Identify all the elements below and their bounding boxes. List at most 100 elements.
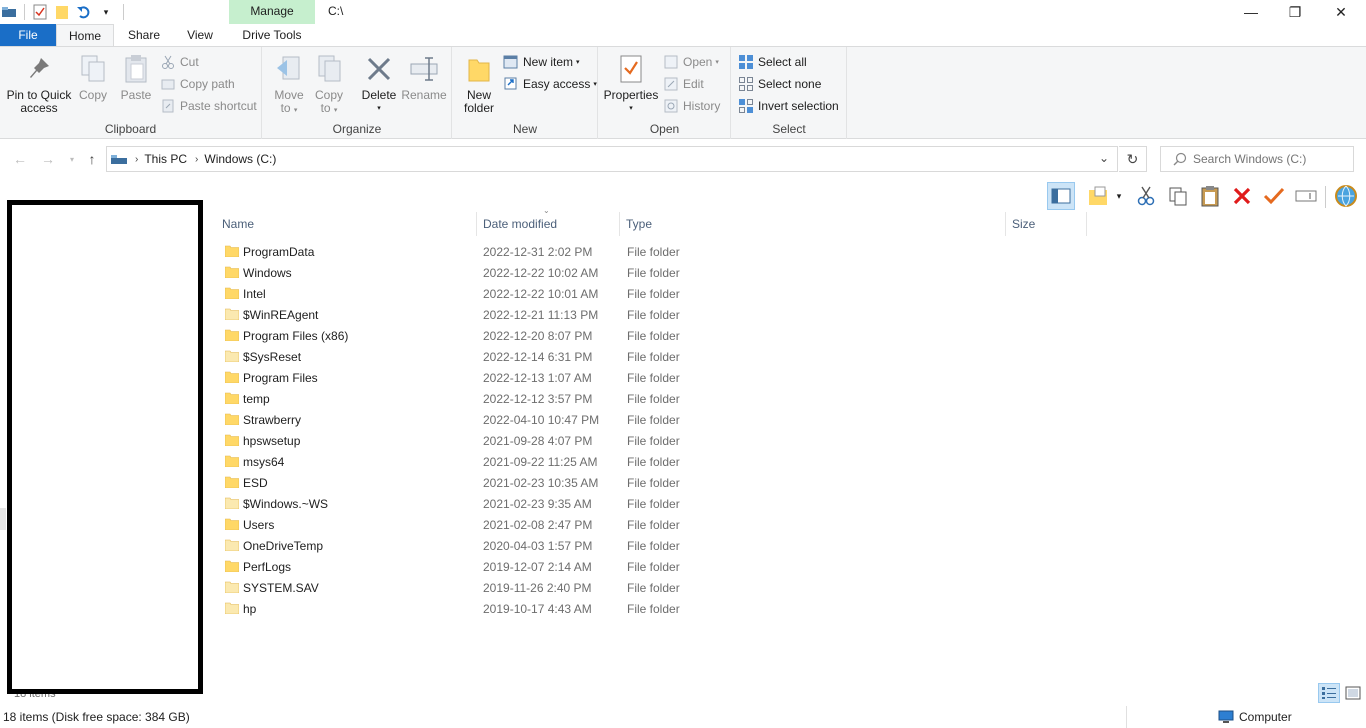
file-row[interactable]: Program Files 2022-12-13 1:07 AM File fold… — [220, 368, 1000, 389]
history-button[interactable]: History — [663, 96, 720, 116]
breadcrumb-this-pc[interactable]: This PC — [144, 152, 187, 166]
file-row[interactable]: ESD 2021-02-23 10:35 AM File folder — [220, 473, 1000, 494]
file-name[interactable]: Windows — [243, 266, 292, 280]
address-dropdown-icon[interactable]: ⌄ — [1099, 151, 1109, 165]
file-name[interactable]: ProgramData — [243, 245, 314, 259]
back-button[interactable]: ← — [10, 150, 30, 168]
up-button[interactable]: ↑ — [82, 150, 102, 168]
properties-button[interactable]: Properties ▾ — [603, 53, 659, 115]
properties-toolbar-button[interactable] — [1260, 182, 1288, 210]
column-header-name[interactable]: Name — [217, 212, 477, 236]
paste-toolbar-button[interactable] — [1196, 182, 1224, 210]
properties-qat-icon[interactable] — [31, 3, 49, 21]
customize-qat-icon[interactable]: ▾ — [97, 3, 115, 21]
file-row[interactable]: temp 2022-12-12 3:57 PM File folder — [220, 389, 1000, 410]
file-row[interactable]: PerfLogs 2019-12-07 2:14 AM File folder — [220, 557, 1000, 578]
close-button[interactable]: ✕ — [1318, 0, 1364, 24]
tab-home[interactable]: Home — [56, 24, 114, 47]
new-folder-qat-icon[interactable] — [53, 3, 71, 21]
select-none-button[interactable]: Select none — [738, 74, 821, 94]
file-name[interactable]: hpswsetup — [243, 434, 300, 448]
file-name[interactable]: Users — [243, 518, 274, 532]
undo-qat-icon[interactable] — [75, 3, 93, 21]
large-icons-view-button[interactable] — [1342, 683, 1364, 703]
navigation-pane-toggle[interactable] — [1047, 182, 1075, 210]
rename-toolbar-button[interactable] — [1292, 182, 1320, 210]
new-item-button[interactable]: New item ▾ — [503, 52, 580, 72]
pin-quick-access-button[interactable]: Pin to Quick access — [6, 53, 72, 115]
copy-toolbar-button[interactable] — [1164, 182, 1192, 210]
invert-selection-button[interactable]: Invert selection — [738, 96, 839, 116]
easy-access-button[interactable]: Easy access ▾ — [503, 74, 597, 94]
edit-button[interactable]: Edit — [663, 74, 704, 94]
maximize-button[interactable]: ❐ — [1272, 0, 1318, 24]
delete-x-icon — [363, 53, 395, 85]
details-view-button[interactable] — [1318, 683, 1340, 703]
cut-toolbar-button[interactable] — [1132, 182, 1160, 210]
file-name[interactable]: PerfLogs — [243, 560, 291, 574]
cut-button[interactable]: Cut — [160, 52, 199, 72]
new-folder-toolbar-button[interactable] — [1084, 182, 1112, 210]
file-row[interactable]: Program Files (x86) 2022-12-20 8:07 PM Fil… — [220, 326, 1000, 347]
address-bar[interactable]: › This PC › Windows (C:) ⌄ — [106, 146, 1118, 172]
file-row[interactable]: $SysReset 2022-12-14 6:31 PM File folder — [220, 347, 1000, 368]
copy-button[interactable]: Copy — [76, 53, 110, 102]
file-name[interactable]: hp — [243, 602, 256, 616]
tab-share[interactable]: Share — [116, 24, 172, 46]
toolbar-dropdown[interactable]: ▾ — [1112, 182, 1126, 210]
search-box[interactable] — [1160, 146, 1354, 172]
file-name[interactable]: SYSTEM.SAV — [243, 581, 319, 595]
copy-to-button[interactable]: Copy to ▾ — [311, 53, 347, 117]
file-name[interactable]: Intel — [243, 287, 266, 301]
file-name[interactable]: Program Files (x86) — [243, 329, 348, 343]
file-name[interactable]: $SysReset — [243, 350, 301, 364]
file-row[interactable]: msys64 2021-09-22 11:25 AM File folder — [220, 452, 1000, 473]
file-row[interactable]: Intel 2022-12-22 10:01 AM File folder — [220, 284, 1000, 305]
tab-view[interactable]: View — [172, 24, 228, 46]
move-to-button[interactable]: Move to ▾ — [271, 53, 307, 117]
file-row[interactable]: $Windows.~WS 2021-02-23 9:35 AM File folde… — [220, 494, 1000, 515]
column-header-type[interactable]: Type — [621, 212, 1006, 236]
file-row[interactable]: Users 2021-02-08 2:47 PM File folder — [220, 515, 1000, 536]
select-all-icon — [738, 54, 754, 70]
file-row[interactable]: SYSTEM.SAV 2019-11-26 2:40 PM File folder — [220, 578, 1000, 599]
column-header-size[interactable]: Size — [1007, 212, 1087, 236]
file-row[interactable]: Windows 2022-12-22 10:02 AM File folder — [220, 263, 1000, 284]
paste-shortcut-button[interactable]: Paste shortcut — [160, 96, 257, 116]
breadcrumb-drive[interactable]: Windows (C:) — [204, 152, 276, 166]
rename-button[interactable]: Rename — [401, 53, 447, 102]
file-row[interactable]: Strawberry 2022-04-10 10:47 PM File folder — [220, 410, 1000, 431]
file-row[interactable]: OneDriveTemp 2020-04-03 1:57 PM File folde… — [220, 536, 1000, 557]
file-name[interactable]: temp — [243, 392, 270, 406]
file-row[interactable]: hpswsetup 2021-09-28 4:07 PM File folder — [220, 431, 1000, 452]
search-input[interactable] — [1193, 152, 1353, 166]
file-name[interactable]: $WinREAgent — [243, 308, 318, 322]
select-all-button[interactable]: Select all — [738, 52, 807, 72]
paste-button[interactable]: Paste — [118, 53, 154, 102]
file-row[interactable]: $WinREAgent 2022-12-21 11:13 PM File folde… — [220, 305, 1000, 326]
file-name[interactable]: Program Files — [243, 371, 318, 385]
refresh-button[interactable]: ↻ — [1119, 146, 1147, 172]
web-toolbar-button[interactable] — [1332, 182, 1360, 210]
tab-drive-tools[interactable]: Drive Tools — [229, 24, 315, 46]
new-folder-button[interactable]: New folder — [461, 53, 497, 115]
file-row[interactable]: ProgramData 2022-12-31 2:02 PM File folder — [220, 242, 1000, 263]
forward-button[interactable]: → — [38, 150, 58, 168]
delete-button[interactable]: Delete ▾ — [359, 53, 399, 115]
delete-toolbar-button[interactable] — [1228, 182, 1256, 210]
recent-locations-button[interactable]: ▾ — [62, 150, 82, 168]
status-location: Computer — [1218, 710, 1292, 724]
tab-file[interactable]: File — [0, 24, 56, 46]
column-header-date[interactable]: Date modified — [478, 212, 620, 236]
file-date: 2021-09-28 4:07 PM — [483, 434, 593, 448]
file-row[interactable]: hp 2019-10-17 4:43 AM File folder — [220, 599, 1000, 620]
open-button[interactable]: Open ▾ — [663, 52, 719, 72]
copy-path-button[interactable]: Copy path — [160, 74, 235, 94]
file-name[interactable]: msys64 — [243, 455, 284, 469]
file-name[interactable]: OneDriveTemp — [243, 539, 323, 553]
minimize-button[interactable]: — — [1228, 0, 1274, 24]
file-name[interactable]: ESD — [243, 476, 268, 490]
navigation-pane[interactable] — [7, 200, 203, 694]
file-name[interactable]: $Windows.~WS — [243, 497, 328, 511]
file-name[interactable]: Strawberry — [243, 413, 301, 427]
